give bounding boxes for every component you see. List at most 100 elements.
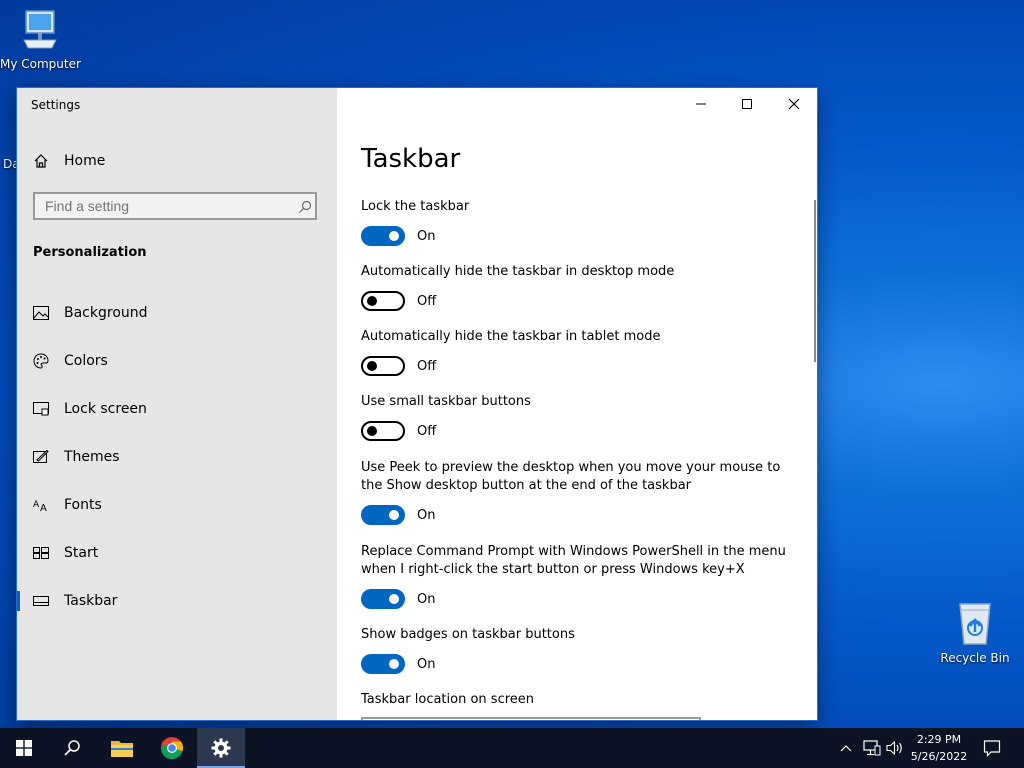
sidebar-item-taskbar[interactable]: Taskbar — [17, 581, 337, 621]
toggle-switch[interactable] — [361, 291, 405, 311]
maximize-button[interactable] — [724, 88, 770, 120]
toggle-state: On — [417, 656, 436, 672]
start-button[interactable] — [0, 728, 48, 768]
toggle-small-buttons[interactable]: Off — [361, 421, 436, 441]
svg-text:A: A — [33, 500, 40, 510]
svg-text:A: A — [40, 503, 47, 512]
setting-label: Replace Command Prompt with Windows Powe… — [361, 544, 786, 577]
scrollbar[interactable] — [814, 200, 816, 362]
toggle-state: Off — [417, 293, 437, 309]
image-icon — [33, 305, 49, 321]
sidebar-item-lock-screen[interactable]: Lock screen — [17, 389, 337, 429]
desktop-icon-label: My Computer — [0, 57, 81, 71]
sidebar-item-colors[interactable]: Colors — [17, 341, 337, 381]
toggle-peek[interactable]: On — [361, 505, 435, 525]
search-button[interactable] — [48, 728, 96, 768]
toggle-switch[interactable] — [361, 226, 405, 246]
sidebar-item-label: Fonts — [64, 497, 102, 513]
toggle-switch[interactable] — [361, 356, 405, 376]
minimize-icon — [696, 103, 706, 105]
toggle-switch[interactable] — [361, 654, 405, 674]
sidebar-item-label: Themes — [64, 449, 120, 465]
toggle-autohide-desktop[interactable]: Off — [361, 291, 436, 311]
network-icon — [863, 740, 881, 756]
setting-label: Lock the taskbar — [361, 199, 470, 214]
sidebar: Settings Home Personalization Background… — [17, 88, 337, 720]
toggle-powershell[interactable]: On — [361, 589, 435, 609]
palette-icon — [33, 353, 49, 369]
settings-icon — [211, 738, 231, 758]
setting-label: Use small taskbar buttons — [361, 394, 531, 409]
chrome-button[interactable] — [148, 728, 196, 768]
clock-time: 2:29 PM — [916, 733, 962, 746]
toggle-knob — [389, 594, 399, 604]
volume-icon — [886, 740, 902, 756]
selection-indicator — [17, 591, 20, 611]
taskbar-location-dropdown[interactable] — [361, 717, 701, 720]
toggle-knob — [389, 510, 399, 520]
settings-window: Settings Home Personalization Background… — [17, 88, 817, 720]
show-hidden-icons-button[interactable] — [836, 728, 856, 768]
setting-label: Show badges on taskbar buttons — [361, 627, 575, 642]
desktop-icon-my-computer[interactable]: My Computer — [0, 8, 81, 71]
lock-screen-icon — [33, 401, 49, 417]
toggle-state: On — [417, 591, 436, 607]
volume-button[interactable] — [884, 728, 906, 768]
sidebar-item-label: Background — [64, 305, 148, 321]
sidebar-item-label: Lock screen — [64, 401, 147, 417]
toggle-knob — [389, 659, 399, 669]
sidebar-item-label: Home — [64, 153, 106, 169]
taskbar: 2:29 PM 5/26/2022 — [0, 728, 1024, 768]
close-icon — [788, 98, 800, 110]
toggle-switch[interactable] — [361, 421, 405, 441]
sidebar-item-label: Colors — [64, 353, 108, 369]
search-input[interactable] — [33, 192, 317, 220]
brush-icon — [33, 449, 49, 465]
toggle-knob — [389, 231, 399, 241]
home-icon — [33, 153, 49, 169]
windows-logo-icon — [16, 740, 32, 756]
toggle-switch[interactable] — [361, 589, 405, 609]
toggle-switch[interactable] — [361, 505, 405, 525]
setting-label: Automatically hide the taskbar in deskto… — [361, 264, 675, 279]
clock-date: 5/26/2022 — [910, 750, 968, 763]
start-icon — [33, 545, 49, 561]
setting-label: Taskbar location on screen — [361, 692, 535, 707]
desktop-icon-recycle-bin[interactable]: Recycle Bin — [935, 600, 1015, 665]
file-explorer-button[interactable] — [98, 728, 146, 768]
network-button[interactable] — [860, 728, 884, 768]
sidebar-item-themes[interactable]: Themes — [17, 437, 337, 477]
search-icon[interactable] — [298, 199, 312, 213]
maximize-icon — [742, 99, 752, 109]
sidebar-item-fonts[interactable]: AA Fonts — [17, 485, 337, 525]
taskbar-icon — [33, 593, 49, 609]
desktop-icon-label: Recycle Bin — [940, 651, 1010, 665]
toggle-knob — [367, 361, 377, 371]
window-title: Settings — [31, 98, 81, 112]
recycle-bin-icon — [959, 603, 991, 645]
setting-label: Automatically hide the taskbar in tablet… — [361, 329, 661, 344]
close-button[interactable] — [771, 88, 817, 120]
toggle-state: Off — [417, 358, 437, 374]
content-pane: Taskbar Lock the taskbar On Automaticall… — [337, 88, 817, 720]
toggle-autohide-tablet[interactable]: Off — [361, 356, 436, 376]
setting-label: Use Peek to preview the desktop when you… — [361, 460, 781, 493]
settings-taskbar-button[interactable] — [197, 728, 245, 768]
action-center-button[interactable] — [978, 728, 1006, 768]
toggle-badges[interactable]: On — [361, 654, 435, 674]
search-icon — [64, 740, 80, 756]
sidebar-item-start[interactable]: Start — [17, 533, 337, 573]
sidebar-item-label: Taskbar — [64, 593, 118, 609]
sidebar-item-background[interactable]: Background — [17, 293, 337, 333]
page-title: Taskbar — [361, 144, 461, 174]
clock[interactable]: 2:29 PM 5/26/2022 — [908, 731, 970, 765]
toggle-lock-taskbar[interactable]: On — [361, 226, 435, 246]
sidebar-item-home[interactable]: Home — [17, 141, 337, 181]
section-title: Personalization — [33, 245, 147, 260]
toggle-state: Off — [417, 423, 437, 439]
toggle-knob — [367, 426, 377, 436]
toggle-state: On — [417, 228, 436, 244]
notification-icon — [983, 740, 1001, 757]
minimize-button[interactable] — [678, 88, 724, 120]
chevron-up-icon — [840, 745, 852, 752]
